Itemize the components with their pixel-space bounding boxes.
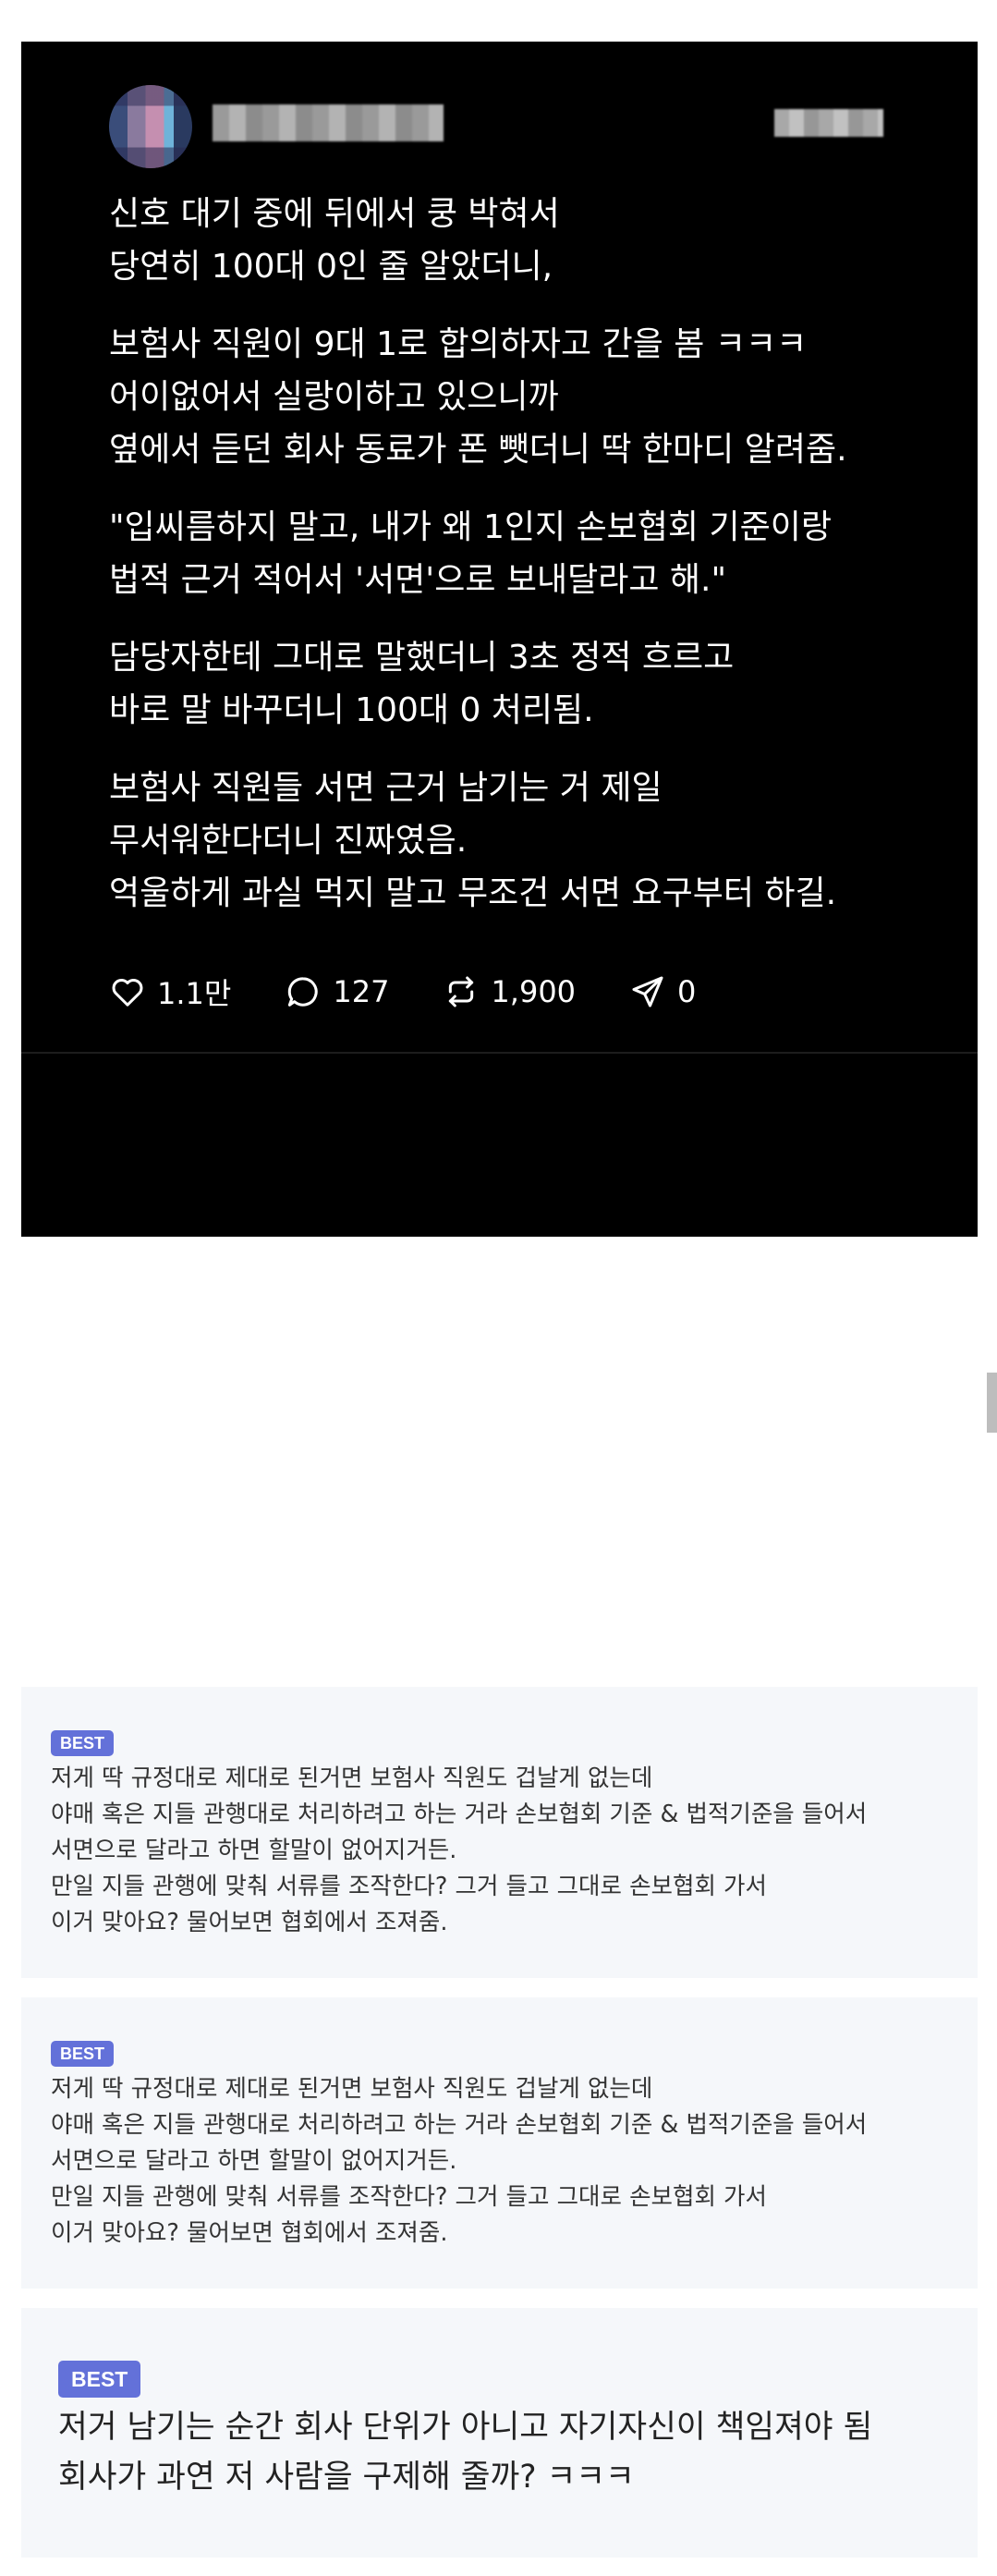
heart-icon xyxy=(112,978,143,1007)
share-count: 0 xyxy=(677,974,697,1009)
comment-text: 저거 남기는 순간 회사 단위가 아니고 자기자신이 책임져야 됨 회사가 과연… xyxy=(58,2409,873,2496)
divider xyxy=(21,1052,978,1054)
post-paragraph: 보험사 직원이 9대 1로 합의하자고 간을 봄 ㅋㅋㅋ 어이없어서 실랑이하고… xyxy=(109,325,847,469)
repost-icon xyxy=(449,976,474,1007)
post-paragraph: 담당자한테 그대로 말했더니 3초 정적 흐르고 바로 말 바꾸더니 100대 … xyxy=(109,639,735,729)
best-badge: BEST xyxy=(51,1730,115,1756)
comment-icon xyxy=(288,977,318,1007)
side-scroll-tab[interactable] xyxy=(987,1373,997,1433)
best-comment: BEST 저거 남기는 순간 회사 단위가 아니고 자기자신이 책임져야 됨 회… xyxy=(21,2308,978,2558)
repost-button[interactable]: 1,900 xyxy=(443,973,576,1010)
best-badge: BEST xyxy=(51,2041,115,2067)
comment-text: 저게 딱 규정대로 제대로 된거면 보험사 직원도 겁날게 없는데 야매 혹은 … xyxy=(51,1764,868,1936)
comment-count: 127 xyxy=(333,974,390,1009)
post-body: 신호 대기 중에 뒤에서 쿵 박혀서 당연히 100대 0인 줄 알았더니, 보… xyxy=(109,188,941,920)
avatar[interactable] xyxy=(109,85,192,168)
post-actions: 1.1만 127 1,900 0 xyxy=(109,971,749,1013)
like-count: 1.1만 xyxy=(157,976,232,1011)
repost-count: 1,900 xyxy=(491,974,577,1009)
post-paragraph: "입씨름하지 말고, 내가 왜 1인지 손보협회 기준이랑 법적 근거 적어서 … xyxy=(109,508,832,599)
post-card: 신호 대기 중에 뒤에서 쿵 박혀서 당연히 100대 0인 줄 알았더니, 보… xyxy=(21,42,978,1237)
post-paragraph: 보험사 직원들 서면 근거 남기는 거 제일 무서워한다더니 진짜였음. 억울하… xyxy=(109,769,837,912)
blurred-timestamp xyxy=(774,109,883,137)
blurred-username xyxy=(213,104,444,141)
best-comment: BEST 저게 딱 규정대로 제대로 된거면 보험사 직원도 겁날게 없는데 야… xyxy=(21,1997,978,2289)
comment-text: 저게 딱 규정대로 제대로 된거면 보험사 직원도 겁날게 없는데 야매 혹은 … xyxy=(51,2075,868,2247)
best-badge: BEST xyxy=(58,2361,141,2398)
post-paragraph: 신호 대기 중에 뒤에서 쿵 박혀서 당연히 100대 0인 줄 알았더니, xyxy=(109,195,560,286)
comment-button[interactable]: 127 xyxy=(285,973,389,1010)
share-icon xyxy=(632,976,663,1007)
share-button[interactable]: 0 xyxy=(629,973,696,1010)
best-comment: BEST 저게 딱 규정대로 제대로 된거면 보험사 직원도 겁날게 없는데 야… xyxy=(21,1687,978,1978)
like-button[interactable]: 1.1만 xyxy=(109,971,231,1013)
